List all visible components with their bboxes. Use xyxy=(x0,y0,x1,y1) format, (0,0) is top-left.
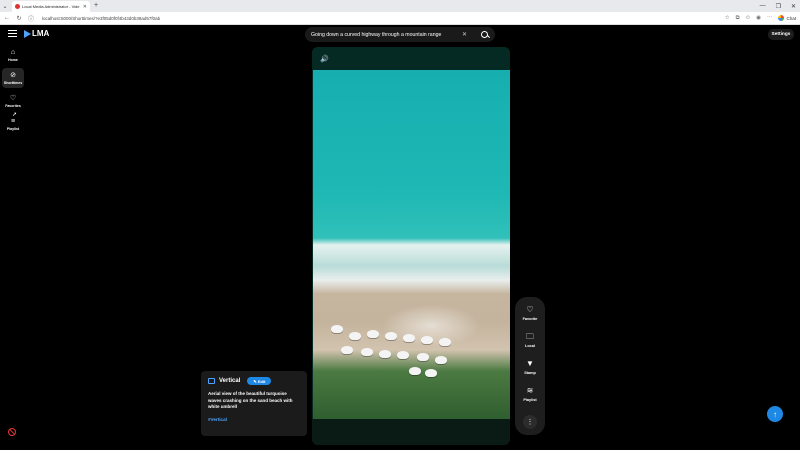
search-input[interactable]: Going down a curved highway through a mo… xyxy=(311,32,462,38)
umbrella xyxy=(349,332,361,340)
profile-icon[interactable]: ◉ xyxy=(756,15,761,21)
umbrella xyxy=(425,369,437,377)
search-bar[interactable]: Going down a curved highway through a mo… xyxy=(305,27,495,42)
app-root: LMA Going down a curved highway through … xyxy=(0,25,800,450)
rail-label: Playlist xyxy=(523,398,537,402)
search-icon[interactable] xyxy=(481,30,489,39)
playlist-icon: ≋ xyxy=(526,386,534,395)
refresh-icon[interactable]: ↻ xyxy=(16,15,22,22)
sidebar-item-label: Playlist xyxy=(6,126,20,131)
extensions-icon[interactable]: ⧉ xyxy=(736,15,740,22)
stamp-icon: ▼ xyxy=(526,359,534,368)
video-top-bar xyxy=(312,47,510,71)
hashtag-link[interactable]: #Vertical xyxy=(208,417,300,422)
edit-label: Edit xyxy=(257,378,266,384)
umbrella xyxy=(409,367,421,375)
umbrella xyxy=(341,346,353,354)
info-icon: ⓘ xyxy=(28,16,35,23)
home-icon: ⌂ xyxy=(10,48,16,56)
umbrella xyxy=(439,338,451,346)
rail-label: Favorite xyxy=(522,317,538,321)
logo-text: LMA xyxy=(32,29,50,38)
url-field[interactable]: localhost:5000/Shorttimes/?e3f05d0f0f4b4… xyxy=(42,16,719,21)
copilot-icon xyxy=(778,15,785,21)
back-icon[interactable]: ← xyxy=(4,15,10,21)
chat-button[interactable]: Chat xyxy=(778,15,796,21)
cursor-icon: ➚ xyxy=(12,112,18,118)
umbrella xyxy=(385,332,397,340)
favorite-button[interactable]: ♡ Favorite xyxy=(523,305,538,332)
sidebar-item-home[interactable]: ⌂ Home xyxy=(2,45,24,65)
minimize-icon[interactable]: — xyxy=(760,3,766,9)
address-bar: ← ↻ ⓘ localhost:5000/Shorttimes/?e3f05d0… xyxy=(0,12,800,25)
playlist-icon xyxy=(208,378,215,384)
umbrella xyxy=(421,336,433,344)
playlist-button[interactable]: ≋ Playlist xyxy=(523,386,536,413)
more-icon[interactable]: ⋯ xyxy=(767,15,773,21)
favorites-icon[interactable]: ✩ xyxy=(746,15,751,21)
video-title: Vertical xyxy=(219,378,241,384)
window-close-icon[interactable]: ✕ xyxy=(791,3,796,10)
sidebar-item-shorttimes[interactable]: ⊘ Shorttimes xyxy=(2,68,24,88)
video-description: Aerial view of the beautiful turquoise w… xyxy=(208,391,293,410)
tab-title: Local Media Administrator - Vide xyxy=(22,4,80,9)
block-icon[interactable] xyxy=(8,428,16,436)
browser-tab[interactable]: Local Media Administrator - Vide ✕ xyxy=(12,1,90,12)
new-tab-icon[interactable]: + xyxy=(94,0,98,12)
close-icon[interactable]: ✕ xyxy=(83,4,87,10)
video-player[interactable]: 🔊 xyxy=(312,47,510,445)
rail-label: Stamp xyxy=(524,371,536,375)
scroll-top-button[interactable]: ↑ xyxy=(767,406,783,422)
stamp-button[interactable]: ▼ Stamp xyxy=(524,359,536,386)
umbrella xyxy=(331,325,343,333)
umbrella xyxy=(417,353,429,361)
umbrella xyxy=(403,334,415,342)
logo[interactable]: LMA xyxy=(24,29,49,38)
favicon-icon xyxy=(15,4,20,9)
rail-label: Local xyxy=(525,344,535,348)
sidebar: ⌂ Home ⊘ Shorttimes ♡ Favorites ≡ Playli… xyxy=(0,45,26,137)
settings-button[interactable]: Settings xyxy=(768,29,794,40)
browser-tabbar: ⌄ Local Media Administrator - Vide ✕ + —… xyxy=(0,0,800,12)
more-vertical-icon: ⋮ xyxy=(526,419,534,426)
compass-icon: ⊘ xyxy=(10,71,16,79)
sidebar-item-label: Shorttimes xyxy=(3,80,23,85)
umbrella xyxy=(367,330,379,338)
sidebar-item-favorites[interactable]: ♡ Favorites xyxy=(2,91,24,111)
umbrella xyxy=(435,356,447,364)
volume-icon[interactable]: 🔊 xyxy=(320,55,329,63)
logo-play-icon xyxy=(24,29,31,38)
edit-button[interactable]: ✎ Edit xyxy=(247,377,272,385)
video-info-card: Vertical ✎ Edit Aerial view of the beaut… xyxy=(201,371,307,436)
umbrella xyxy=(361,348,373,356)
address-icons: ☆ ⧉ ✩ ◉ ⋯ Chat xyxy=(725,15,796,22)
heart-icon: ♡ xyxy=(9,94,17,102)
more-options-button[interactable]: ⋮ xyxy=(523,415,537,429)
sidebar-item-label: Favorites xyxy=(5,103,21,108)
menu-icon[interactable] xyxy=(8,30,17,38)
heart-icon: ♡ xyxy=(526,305,534,314)
umbrella xyxy=(379,350,391,358)
chat-label: Chat xyxy=(786,15,796,21)
sidebar-item-label: Home xyxy=(8,57,18,62)
arrow-up-icon: ↑ xyxy=(773,409,777,419)
star-icon[interactable]: ☆ xyxy=(725,15,730,21)
folder-icon: 🗀 xyxy=(525,332,534,341)
playlist-icon: ≡ xyxy=(10,117,16,125)
video-bottom-bar xyxy=(312,419,510,445)
tab-list-icon[interactable]: ⌄ xyxy=(0,0,10,12)
clear-icon[interactable]: ✕ xyxy=(462,31,467,38)
local-button[interactable]: 🗀 Local xyxy=(525,332,535,359)
umbrella xyxy=(397,351,409,359)
video-frame xyxy=(313,70,510,420)
window-controls: — ❐ ✕ xyxy=(760,0,796,12)
action-rail: ♡ Favorite 🗀 Local ▼ Stamp ≋ Playlist ⋮ xyxy=(515,297,545,435)
restore-icon[interactable]: ❐ xyxy=(776,3,781,10)
